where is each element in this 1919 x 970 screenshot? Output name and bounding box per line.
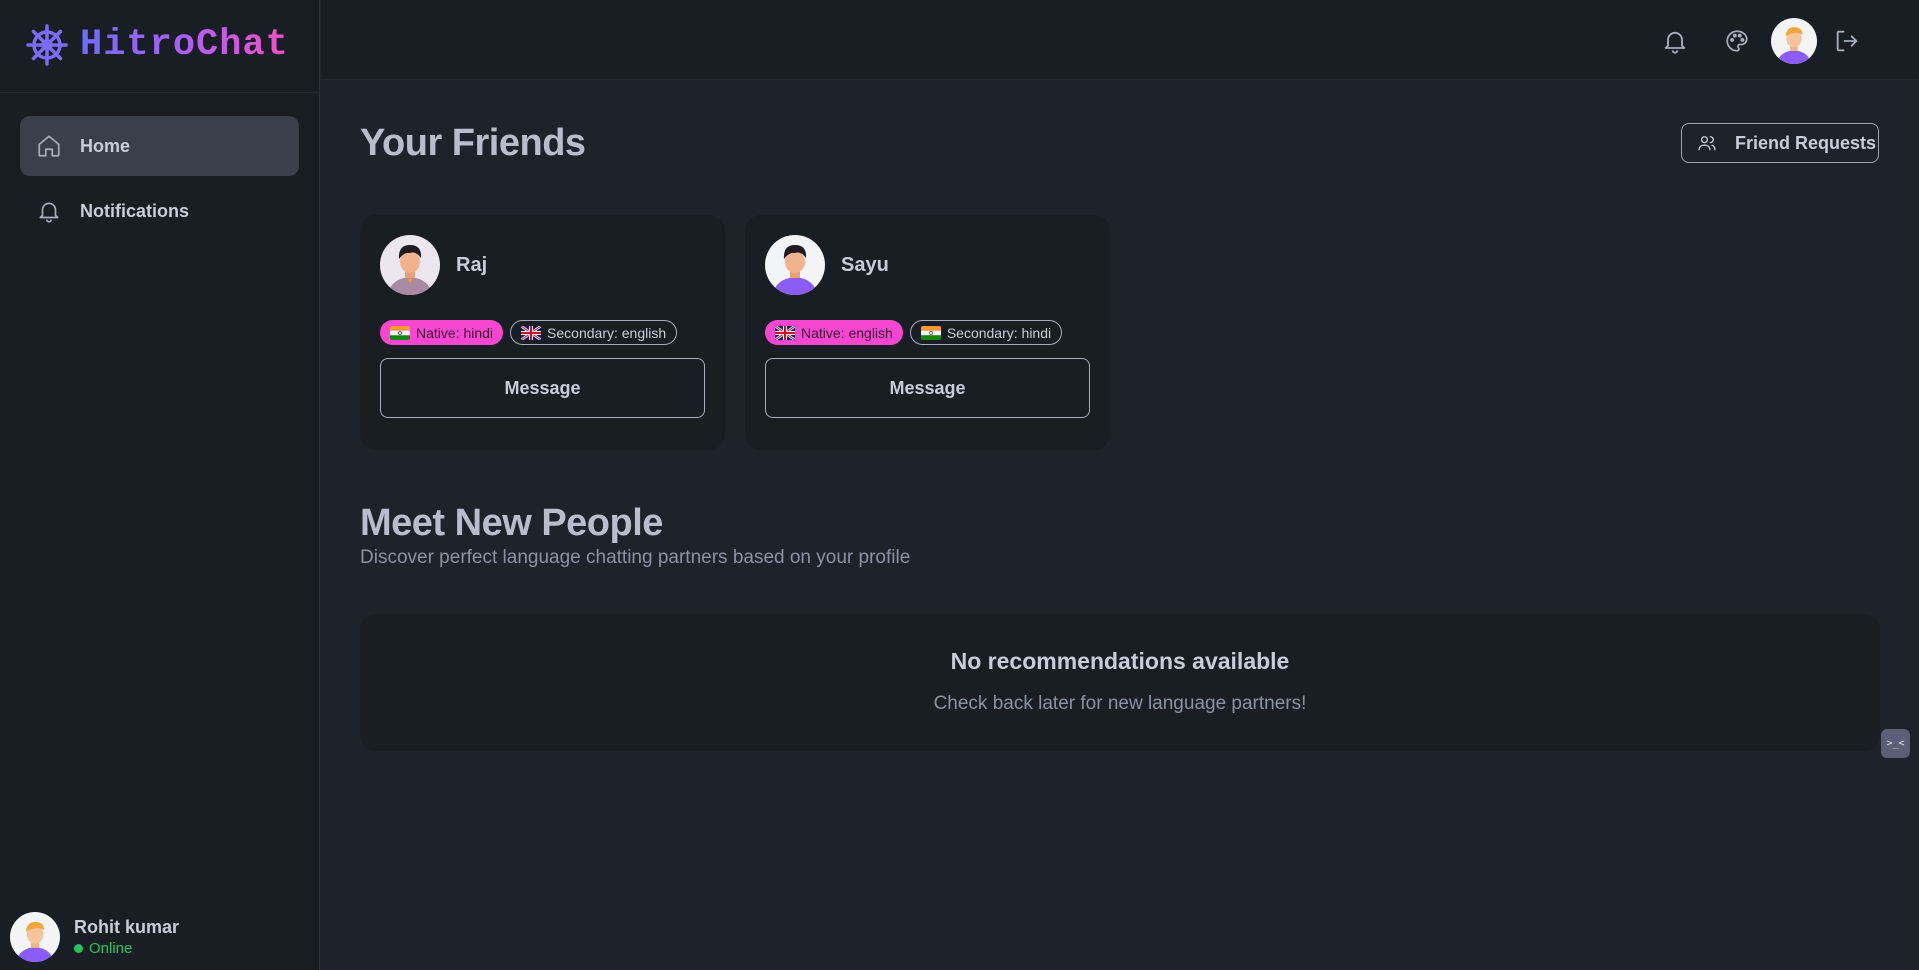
friend-requests-label: Friend Requests	[1735, 132, 1877, 153]
empty-title: No recommendations available	[950, 648, 1290, 674]
friend-name: Sayu	[841, 253, 889, 276]
avatar	[765, 235, 825, 295]
friend-requests-button[interactable]: Friend Requests	[1681, 123, 1879, 163]
topbar-actions	[1655, 18, 1867, 64]
badge-label: Native: hindi	[416, 324, 494, 341]
section-title: Meet New People	[360, 502, 663, 544]
sidebar-nav: Home Notifications	[20, 116, 299, 246]
topbar	[321, 0, 1919, 80]
floating-widget-button[interactable]: >_<	[1881, 729, 1910, 758]
avatar[interactable]	[1771, 18, 1817, 64]
sidebar: HitroChat Home Notifications Rohit kumar…	[0, 0, 320, 970]
empty-recommendations: No recommendations available Check back …	[360, 614, 1880, 751]
uk-flag-icon	[521, 325, 542, 340]
badge-label: Native: english	[801, 324, 893, 341]
sidebar-item-home[interactable]: Home	[20, 116, 299, 176]
message-button[interactable]: Message	[380, 358, 705, 418]
logo[interactable]: HitroChat	[26, 24, 289, 66]
friends-header: Your Friends	[360, 122, 1880, 166]
palette-icon	[1726, 30, 1748, 52]
friend-card: Sayu Native: english Secondary: hindi Me…	[745, 215, 1110, 450]
uk-flag-icon	[775, 325, 795, 340]
india-flag-icon	[390, 325, 410, 340]
badge-label: Secondary: hindi	[946, 324, 1052, 341]
avatar	[380, 235, 440, 295]
notifications-button[interactable]	[1655, 21, 1695, 61]
secondary-language-badge: Secondary: english	[510, 320, 678, 345]
logo-divider	[0, 92, 320, 93]
section-subtitle: Discover perfect language chatting partn…	[360, 547, 911, 568]
badge-label: Secondary: english	[547, 324, 667, 341]
message-button[interactable]: Message	[765, 358, 1090, 418]
logout-icon	[1836, 30, 1858, 52]
sidebar-item-label: Home	[80, 135, 131, 156]
user-name: Rohit kumar	[74, 917, 180, 937]
sidebar-item-label: Notifications	[80, 200, 190, 221]
theme-button[interactable]	[1717, 21, 1757, 61]
friends-list: Raj Native: hindi Secondary: english Mes…	[360, 215, 1110, 450]
logout-button[interactable]	[1827, 21, 1867, 61]
bell-icon	[39, 202, 59, 223]
empty-subtitle: Check back later for new language partne…	[933, 693, 1307, 714]
status-dot	[74, 944, 83, 953]
avatar	[10, 912, 60, 962]
bell-icon	[1664, 31, 1686, 54]
app-name: HitroChat	[80, 24, 289, 66]
secondary-language-badge: Secondary: hindi	[909, 320, 1063, 345]
home-icon	[38, 135, 60, 157]
meet-section-header: Meet New People Discover perfect languag…	[360, 502, 910, 569]
ship-wheel-icon	[26, 24, 68, 66]
current-user[interactable]: Rohit kumar Online	[10, 912, 179, 962]
sidebar-item-notifications[interactable]: Notifications	[20, 181, 299, 241]
native-language-badge: Native: hindi	[380, 320, 504, 345]
friend-name: Raj	[456, 253, 488, 276]
friend-card: Raj Native: hindi Secondary: english Mes…	[360, 215, 725, 450]
online-status: Online	[74, 940, 179, 957]
india-flag-icon	[920, 325, 941, 340]
users-icon	[1698, 136, 1716, 151]
native-language-badge: Native: english	[765, 320, 903, 345]
status-text: Online	[89, 940, 133, 957]
page-title: Your Friends	[360, 122, 586, 164]
